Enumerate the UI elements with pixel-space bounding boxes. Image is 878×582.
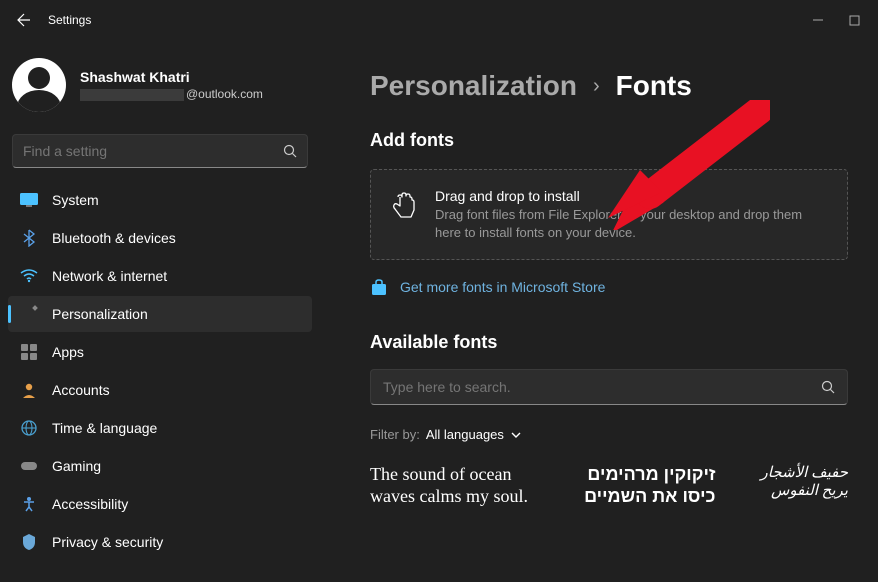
font-search[interactable] — [370, 369, 848, 405]
gamepad-icon — [20, 457, 38, 475]
sidebar-item-time-language[interactable]: Time & language — [8, 410, 312, 446]
sidebar-item-label: Accounts — [52, 382, 110, 398]
sidebar-item-label: Privacy & security — [52, 534, 163, 550]
font-dropzone[interactable]: Drag and drop to install Drag font files… — [370, 169, 848, 260]
font-preview-3[interactable]: حفيف الأشجار يريح النفوس — [756, 464, 849, 500]
accessibility-icon — [20, 495, 38, 513]
sidebar-item-apps[interactable]: Apps — [8, 334, 312, 370]
breadcrumb-current: Fonts — [616, 70, 692, 102]
globe-icon — [20, 419, 38, 437]
font-preview-1[interactable]: The sound of ocean waves calms my soul. — [370, 464, 530, 507]
profile-name: Shashwat Khatri — [80, 69, 263, 85]
chevron-down-icon — [510, 431, 522, 439]
sidebar-item-label: Bluetooth & devices — [52, 230, 176, 246]
sidebar-item-label: Apps — [52, 344, 84, 360]
minimize-button[interactable] — [812, 14, 824, 26]
filter-row[interactable]: Filter by: All languages — [370, 427, 848, 442]
sidebar-item-label: Network & internet — [52, 268, 167, 284]
available-fonts-title: Available fonts — [370, 332, 848, 353]
font-previews: The sound of ocean waves calms my soul. … — [370, 464, 848, 507]
system-icon — [20, 191, 38, 209]
shield-icon — [20, 533, 38, 551]
sidebar-item-label: System — [52, 192, 99, 208]
avatar — [12, 58, 66, 112]
filter-label: Filter by: — [370, 427, 420, 442]
titlebar: Settings — [0, 0, 878, 40]
filter-value: All languages — [426, 427, 504, 442]
window-title: Settings — [48, 13, 91, 27]
sidebar-item-personalization[interactable]: Personalization — [8, 296, 312, 332]
sidebar-item-privacy[interactable]: Privacy & security — [8, 524, 312, 560]
main-content: Personalization › Fonts Add fonts Drag a… — [320, 40, 878, 582]
back-arrow-icon — [16, 12, 32, 28]
breadcrumb: Personalization › Fonts — [370, 70, 848, 102]
sidebar-item-label: Accessibility — [52, 496, 128, 512]
search-icon — [283, 144, 297, 158]
nav-list: System Bluetooth & devices Network & int… — [8, 182, 312, 560]
sidebar: Shashwat Khatri @outlook.com System Blue… — [0, 40, 320, 582]
sidebar-item-label: Gaming — [52, 458, 101, 474]
font-search-input[interactable] — [383, 379, 821, 395]
chevron-right-icon: › — [593, 75, 600, 98]
profile-email: @outlook.com — [80, 87, 263, 101]
store-link[interactable]: Get more fonts in Microsoft Store — [370, 278, 848, 296]
search-icon — [821, 380, 835, 394]
apps-icon — [20, 343, 38, 361]
sidebar-item-network[interactable]: Network & internet — [8, 258, 312, 294]
sidebar-item-system[interactable]: System — [8, 182, 312, 218]
font-preview-2[interactable]: זיקוקין מרהימים כיסו את השמיים — [570, 464, 716, 507]
store-icon — [370, 278, 388, 296]
settings-search[interactable] — [12, 134, 308, 168]
drag-hand-icon — [391, 188, 417, 241]
person-icon — [20, 381, 38, 399]
store-link-text: Get more fonts in Microsoft Store — [400, 279, 605, 295]
sidebar-item-accessibility[interactable]: Accessibility — [8, 486, 312, 522]
maximize-button[interactable] — [848, 14, 860, 26]
wifi-icon — [20, 267, 38, 285]
sidebar-item-label: Personalization — [52, 306, 148, 322]
email-redacted — [80, 89, 184, 101]
sidebar-item-bluetooth[interactable]: Bluetooth & devices — [8, 220, 312, 256]
sidebar-item-gaming[interactable]: Gaming — [8, 448, 312, 484]
brush-icon — [20, 305, 38, 323]
window-controls — [812, 14, 870, 26]
dropzone-description: Drag font files from File Explorer or yo… — [435, 206, 827, 241]
sidebar-item-label: Time & language — [52, 420, 157, 436]
dropzone-title: Drag and drop to install — [435, 188, 827, 204]
add-fonts-title: Add fonts — [370, 130, 848, 151]
bluetooth-icon — [20, 229, 38, 247]
back-button[interactable] — [8, 4, 40, 36]
sidebar-item-accounts[interactable]: Accounts — [8, 372, 312, 408]
settings-search-input[interactable] — [23, 143, 283, 159]
breadcrumb-parent[interactable]: Personalization — [370, 70, 577, 102]
profile-block[interactable]: Shashwat Khatri @outlook.com — [8, 50, 312, 128]
